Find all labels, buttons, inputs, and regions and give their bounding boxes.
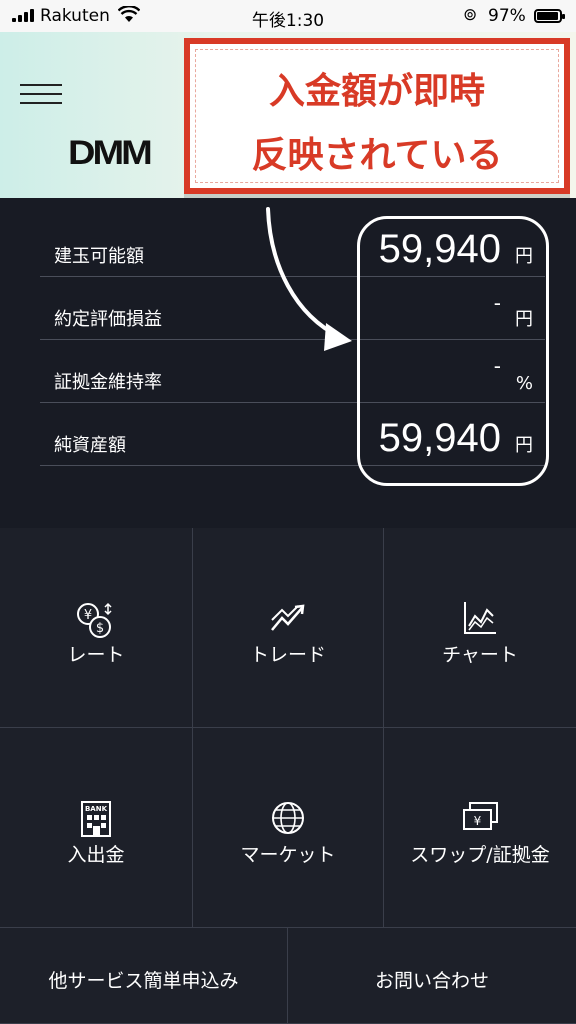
battery-percent: 97% — [488, 6, 526, 26]
bank-icon: BANK — [0, 800, 192, 840]
summary-label: 純資産額 — [54, 435, 126, 456]
menu-grid: ¥ $ レート トレード チャート BANK 入出金 マーケット ¥ スワップ/証… — [0, 528, 576, 1024]
menu-label: スワップ/証拠金 — [410, 844, 550, 866]
trade-chart-icon — [193, 600, 383, 640]
summary-label: 証拠金維持率 — [54, 372, 162, 393]
menu-label: 他サービス簡単申込み — [48, 970, 239, 992]
menu-label: 入出金 — [67, 844, 125, 866]
svg-text:¥: ¥ — [474, 814, 482, 828]
annotation-callout: 入金額が即時 反映されている — [184, 38, 570, 194]
menu-label: レート — [67, 644, 125, 666]
contact-button[interactable]: お問い合わせ — [288, 928, 576, 1024]
menu-label: お問い合わせ — [374, 970, 489, 992]
menu-chart[interactable]: チャート — [384, 528, 576, 728]
battery-icon — [534, 9, 565, 23]
bank-icon-text: BANK — [85, 805, 108, 813]
menu-deposit-withdraw[interactable]: BANK 入出金 — [0, 728, 193, 928]
svg-text:$: $ — [96, 621, 104, 636]
menu-label: トレード — [249, 644, 326, 666]
hamburger-menu-icon[interactable] — [20, 84, 62, 106]
menu-trade[interactable]: トレード — [193, 528, 384, 728]
globe-icon — [193, 800, 383, 840]
line-chart-icon — [384, 600, 576, 640]
dmm-logo: DMM — [68, 134, 153, 172]
yen-dollar-exchange-icon: ¥ $ — [0, 600, 192, 640]
highlight-outline — [357, 216, 549, 486]
callout-line-1: 入金額が即時 — [268, 71, 485, 112]
summary-label: 建玉可能額 — [54, 246, 144, 267]
annotation-arrow-icon — [266, 207, 352, 351]
status-bar: Rakuten 午後1:30 ⊚ 97% — [0, 0, 576, 32]
summary-label: 約定評価損益 — [54, 309, 162, 330]
menu-rate[interactable]: ¥ $ レート — [0, 528, 193, 728]
menu-label: マーケット — [240, 844, 336, 866]
menu-market[interactable]: マーケット — [193, 728, 384, 928]
other-services-button[interactable]: 他サービス簡単申込み — [0, 928, 288, 1024]
yen-bills-icon: ¥ — [384, 800, 576, 840]
rotation-lock-icon: ⊚ — [463, 5, 478, 25]
svg-text:¥: ¥ — [84, 608, 92, 623]
callout-line-2: 反映されている — [251, 135, 503, 176]
menu-swap-margin[interactable]: ¥ スワップ/証拠金 — [384, 728, 576, 928]
menu-label: チャート — [442, 644, 518, 666]
